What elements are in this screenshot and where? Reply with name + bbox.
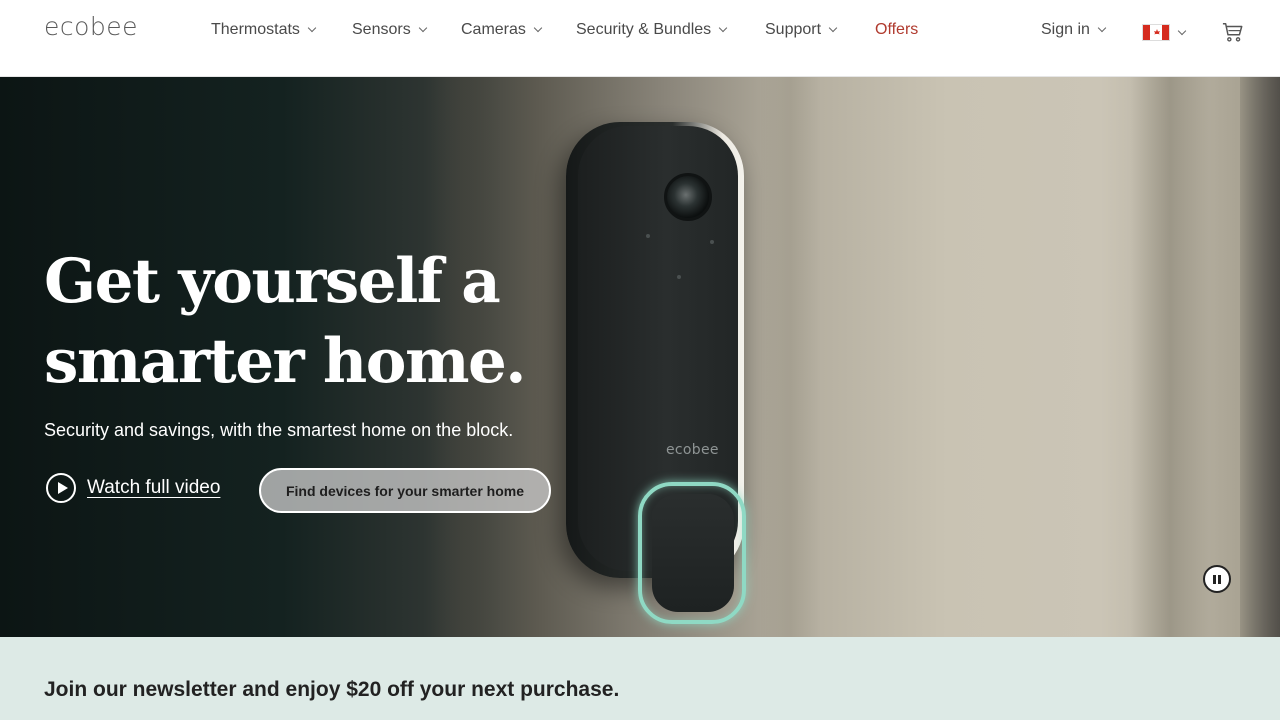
- nav-thermostats-label: Thermostats: [211, 21, 300, 38]
- hero-title-line1: Get yourself a: [44, 246, 501, 317]
- doorbell-sensor-dot: [677, 275, 681, 279]
- doorbell-camera-lens: [664, 173, 712, 221]
- nav-support-label: Support: [765, 21, 822, 38]
- chevron-down-icon: [533, 23, 543, 33]
- pause-icon[interactable]: [1203, 565, 1231, 593]
- nav-offers-label: Offers: [875, 21, 919, 38]
- doorbell-button: [652, 494, 734, 612]
- ecobee-logo[interactable]: ecobee: [44, 12, 138, 41]
- sign-in-menu[interactable]: Sign in: [1041, 21, 1107, 39]
- nav-offers[interactable]: Offers: [875, 21, 918, 39]
- nav-security-bundles[interactable]: Security & Bundles: [576, 21, 728, 39]
- nav-sensors-label: Sensors: [352, 21, 411, 38]
- hero-subtitle: Security and savings, with the smartest …: [44, 420, 514, 440]
- chevron-down-icon: [1097, 23, 1107, 33]
- canada-flag-icon: [1142, 24, 1170, 41]
- hero-banner: ecobee Get yourself a smarter home. Secu…: [0, 77, 1280, 637]
- doorbell-sensor-dot: [646, 234, 650, 238]
- doorbell-brand-text: ecobee: [666, 442, 719, 458]
- play-icon[interactable]: [46, 473, 76, 503]
- background-shadow: [760, 77, 820, 637]
- site-header: ecobee Thermostats Sensors Cameras Secur…: [0, 0, 1280, 77]
- nav-cameras[interactable]: Cameras: [461, 21, 543, 39]
- find-devices-button[interactable]: Find devices for your smarter home: [259, 468, 551, 513]
- sign-in-label: Sign in: [1041, 21, 1090, 38]
- watch-video-link[interactable]: Watch full video: [46, 473, 220, 503]
- nav-support[interactable]: Support: [765, 21, 838, 39]
- cart-icon[interactable]: [1222, 21, 1244, 43]
- background-shadow: [1240, 77, 1280, 637]
- chevron-down-icon: [307, 23, 317, 33]
- background-shadow: [1130, 77, 1210, 637]
- hero-title: Get yourself a smarter home.: [44, 242, 604, 402]
- hero-title-line2: smarter home.: [44, 326, 527, 397]
- newsletter-section: Join our newsletter and enjoy $20 off yo…: [0, 637, 1280, 720]
- newsletter-heading: Join our newsletter and enjoy $20 off yo…: [44, 678, 620, 701]
- chevron-down-icon: [418, 23, 427, 33]
- watch-video-label[interactable]: Watch full video: [87, 477, 220, 499]
- nav-security-bundles-label: Security & Bundles: [576, 21, 712, 38]
- chevron-down-icon: [828, 23, 838, 33]
- chevron-down-icon: [1177, 26, 1187, 35]
- nav-sensors[interactable]: Sensors: [352, 21, 427, 39]
- country-selector[interactable]: [1142, 24, 1187, 41]
- nav-cameras-label: Cameras: [461, 21, 526, 38]
- doorbell-sensor-dot: [710, 240, 714, 244]
- chevron-down-icon: [718, 23, 728, 33]
- nav-thermostats[interactable]: Thermostats: [211, 21, 317, 39]
